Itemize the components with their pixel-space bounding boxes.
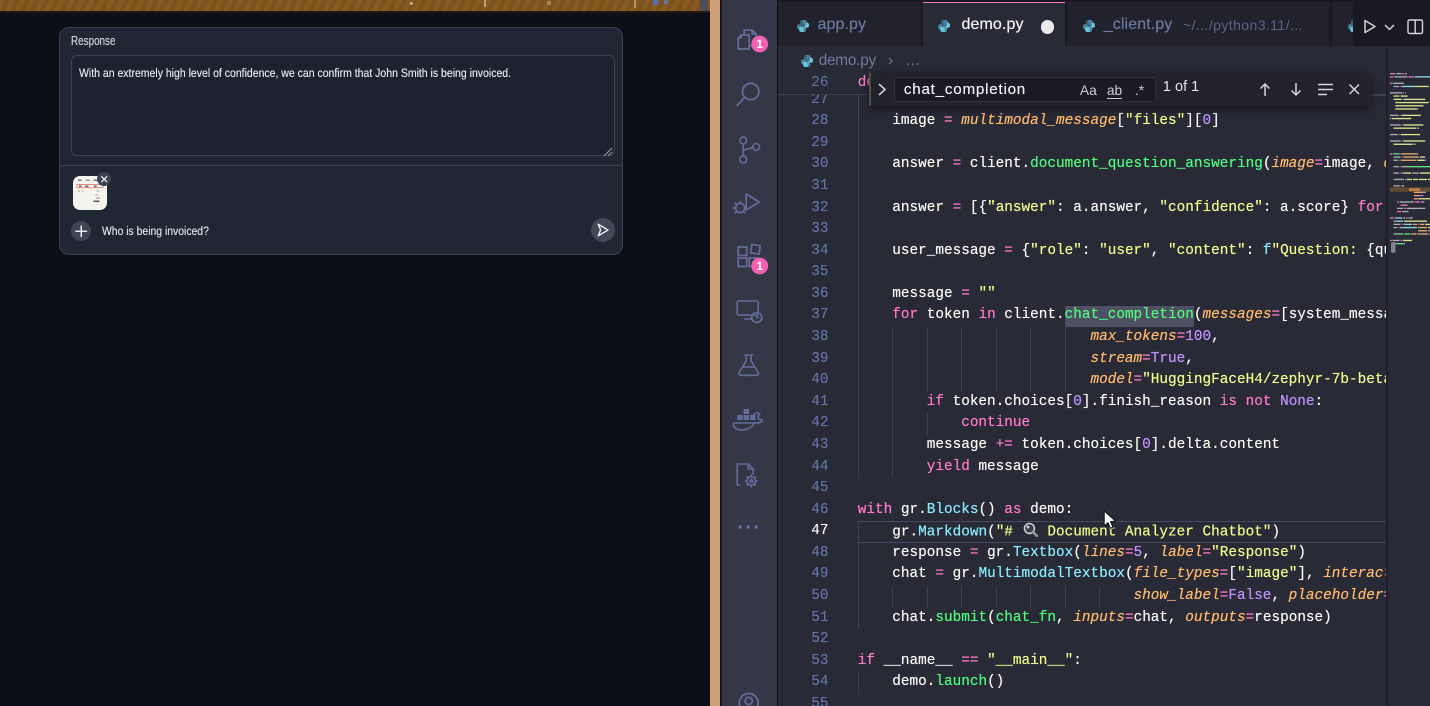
- svg-text:1: 1: [756, 261, 763, 273]
- svg-text:1: 1: [756, 39, 763, 51]
